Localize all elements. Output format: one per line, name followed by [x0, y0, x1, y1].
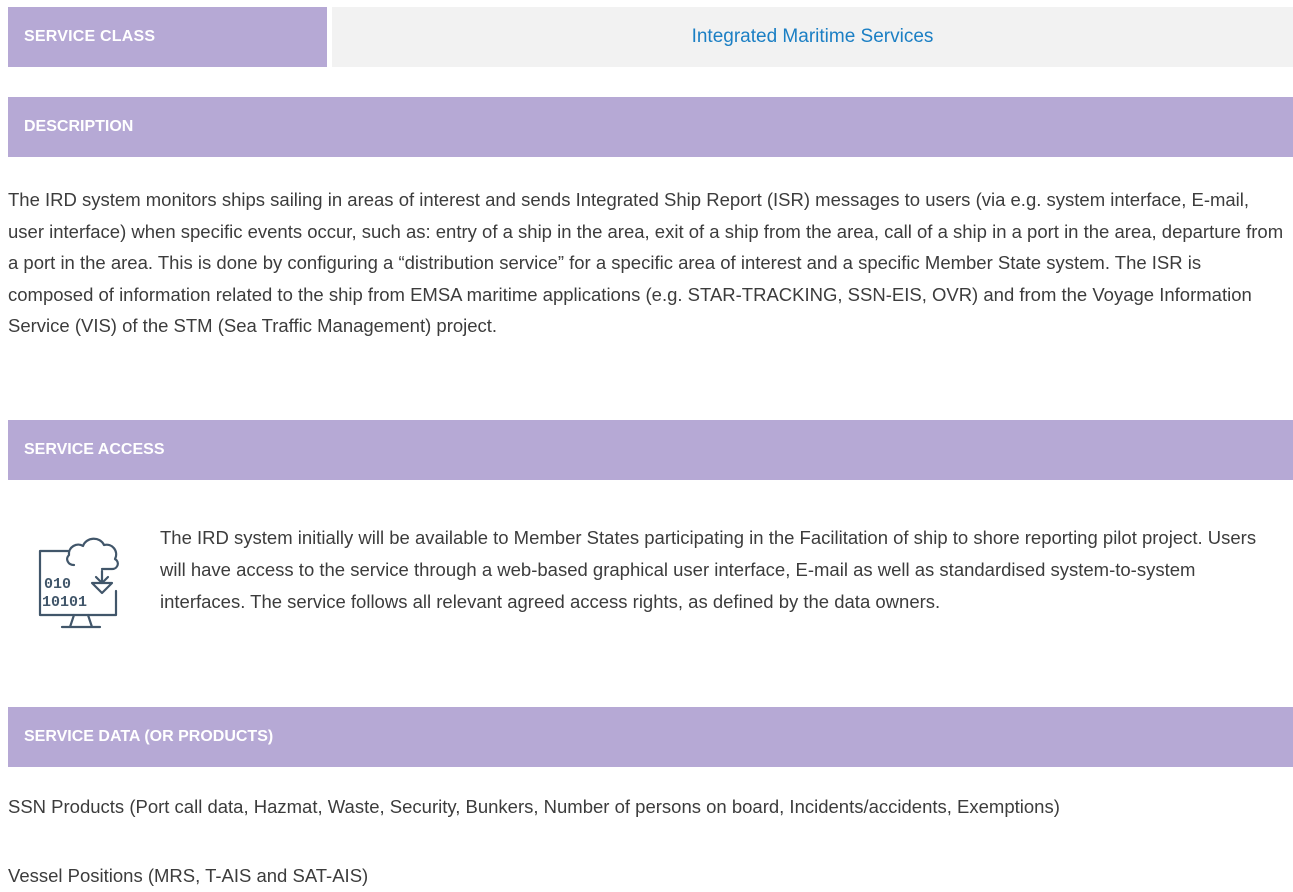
description-text: The IRD system monitors ships sailing in…	[8, 189, 1284, 337]
service-data-item: SSN Products (Port call data, Hazmat, Wa…	[8, 796, 1060, 817]
icon-binary-bottom: 10101	[42, 594, 87, 611]
service-class-label: SERVICE CLASS	[8, 7, 327, 67]
description-heading: DESCRIPTION	[8, 97, 1293, 157]
icon-binary-top: 010	[44, 576, 71, 593]
service-access-heading: SERVICE ACCESS	[8, 420, 1293, 480]
service-data-heading: SERVICE DATA (OR PRODUCTS)	[8, 707, 1293, 767]
service-access-text: The IRD system initially will be availab…	[160, 527, 1257, 612]
service-data-item: Vessel Positions (MRS, T-AIS and SAT-AIS…	[8, 865, 369, 886]
cloud-data-terminal-icon: 010 10101	[38, 537, 119, 629]
service-class-row: SERVICE CLASS Integrated Maritime Servic…	[8, 7, 1293, 67]
service-class-value: Integrated Maritime Services	[332, 7, 1293, 67]
